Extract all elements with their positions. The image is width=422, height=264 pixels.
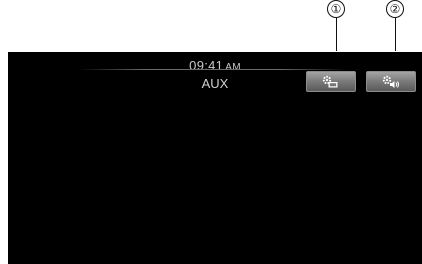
display-settings-button[interactable] [306,71,356,92]
gear-display-icon [322,75,340,89]
source-title: AUX [201,76,229,91]
callout-1-line [335,18,337,51]
clock-time: 09:41 [189,58,224,73]
aux-screen: 09:41 AM AUX [8,52,422,264]
callout-2-label: ② [386,0,404,18]
header-divider [78,69,348,70]
sound-settings-button[interactable] [366,71,416,92]
callout-2-line [394,18,396,51]
callout-2: ② [385,0,405,51]
callout-1: ① [326,0,346,51]
callout-1-label: ① [327,0,345,18]
status-clock: 09:41 AM [8,58,422,73]
clock-ampm: AM [225,62,241,73]
gear-speaker-icon [382,75,400,89]
